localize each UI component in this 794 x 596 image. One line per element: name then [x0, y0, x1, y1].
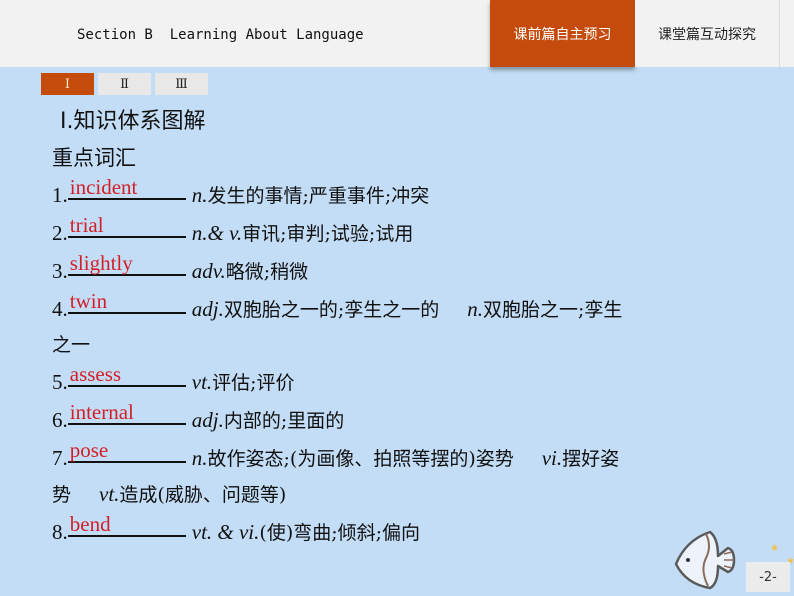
vocab-item: 6. internal adj.内部的;里面的 [52, 401, 752, 439]
nav-tab-preview[interactable]: 课前篇自主预习 [490, 0, 635, 67]
definition: (使)弯曲;倾斜;偏向 [259, 522, 421, 544]
star-icon: ★ [770, 543, 779, 554]
vocab-item: 3. slightly adv.略微;稍微 [52, 252, 752, 290]
sub-tab-2[interactable]: Ⅱ [98, 73, 151, 95]
sub-tab-3[interactable]: Ⅲ [155, 73, 208, 95]
definition: 造成(威胁、问题等) [119, 484, 287, 506]
answer-word: pose [69, 438, 109, 462]
definition: 摆好姿 [562, 448, 620, 470]
item-number: 4. [52, 297, 68, 321]
continuation-text: 势 [52, 484, 72, 506]
part-of-speech: n. [191, 183, 208, 207]
nav-tab-classroom[interactable]: 课堂篇互动探究 [635, 0, 779, 67]
part-of-speech: vi. [541, 446, 563, 470]
item-number: 1. [52, 183, 68, 207]
vocab-item: 5. assess vt.评估;评价 [52, 363, 752, 401]
item-number: 6. [52, 408, 68, 432]
sub-tab-1[interactable]: Ⅰ [41, 73, 94, 95]
item-number: 2. [52, 221, 68, 245]
vocab-item: 1. incident n.发生的事情;严重事件;冲突 [52, 176, 752, 214]
answer-word: slightly [69, 251, 133, 275]
definition: 内部的;里面的 [223, 410, 345, 432]
part-of-speech: vt. [99, 482, 120, 506]
answer-word: incident [69, 175, 138, 199]
item-number: 3. [52, 259, 68, 283]
definition: 评估;评价 [212, 372, 295, 394]
answer-word: bend [69, 512, 111, 536]
item-number: 7. [52, 446, 68, 470]
answer-blank: internal [67, 400, 186, 425]
vocab-item: 8. bend vt. & vi.(使)弯曲;倾斜;偏向 [52, 513, 752, 551]
definition: 双胞胎之一的;孪生之一的 [223, 299, 440, 321]
part-of-speech: vt. & vi. [191, 520, 260, 544]
answer-blank: assess [67, 362, 186, 387]
vocab-item: 4. twin adj.双胞胎之一的;孪生之一的 n.双胞胎之一;孪生 [52, 290, 752, 328]
part-of-speech: n. [467, 297, 483, 321]
part-of-speech: adj. [191, 297, 224, 321]
part-of-speech: n. [191, 446, 208, 470]
part-of-speech: adv. [191, 259, 226, 283]
answer-blank: bend [67, 512, 186, 537]
part-of-speech: n.& v. [191, 221, 243, 245]
vocab-item: 2. trial n.& v.审讯;审判;试验;试用 [52, 214, 752, 252]
definition-continuation: 势 vt.造成(威胁、问题等) [52, 477, 752, 513]
definition: 双胞胎之一;孪生 [483, 299, 623, 321]
answer-word: assess [69, 362, 122, 386]
section-title: Section B Learning About Language [77, 27, 364, 43]
nav-divider [779, 0, 780, 67]
sub-tabs: Ⅰ Ⅱ Ⅲ [41, 73, 208, 95]
definition: 发生的事情;严重事件;冲突 [207, 185, 430, 207]
definition: 故作姿态;(为画像、拍照等摆的)姿势 [207, 448, 514, 470]
page-number: -2- [746, 562, 790, 592]
item-number: 8. [52, 520, 68, 544]
fish-icon [674, 530, 736, 590]
item-number: 5. [52, 370, 68, 394]
part-of-speech: vt. [191, 370, 213, 394]
header-bar: Section B Learning About Language 课前篇自主预… [0, 0, 794, 67]
answer-blank: trial [67, 213, 186, 238]
answer-blank: twin [67, 289, 186, 314]
answer-blank: incident [67, 175, 186, 200]
answer-blank: slightly [67, 251, 186, 276]
answer-word: internal [69, 400, 134, 424]
definition: 审讯;审判;试验;试用 [242, 223, 414, 245]
content-area: Ⅰ.知识体系图解 重点词汇 1. incident n.发生的事情;严重事件;冲突 … [52, 104, 752, 551]
answer-word: twin [69, 289, 108, 313]
part-of-speech: adj. [191, 408, 224, 432]
definition: 略微;稍微 [225, 261, 309, 283]
vocab-subheading: 重点词汇 [52, 146, 136, 170]
answer-blank: pose [67, 438, 186, 463]
answer-word: trial [69, 213, 104, 237]
definition-continuation: 之一 [52, 334, 91, 356]
section-heading: Ⅰ.知识体系图解 [60, 109, 206, 134]
vocab-item: 7. pose n.故作姿态;(为画像、拍照等摆的)姿势 vi.摆好姿 [52, 439, 752, 477]
